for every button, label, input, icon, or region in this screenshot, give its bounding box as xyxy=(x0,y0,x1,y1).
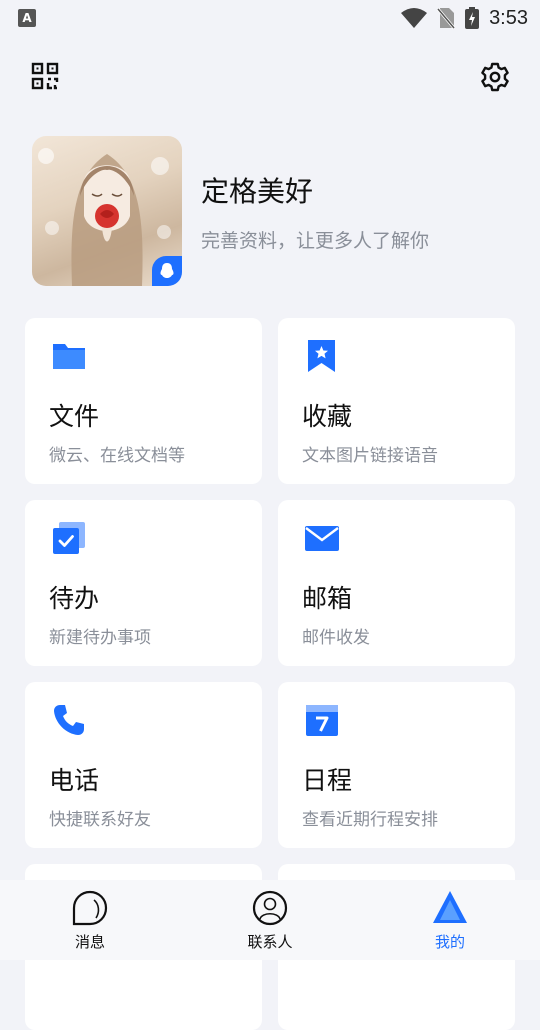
card-title: 待办 xyxy=(49,584,100,613)
qr-code-button[interactable] xyxy=(25,56,65,96)
card-subtitle: 邮件收发 xyxy=(302,628,370,648)
status-bar: A 3:53 xyxy=(0,0,540,36)
no-sim-icon xyxy=(437,8,456,29)
nav-label: 消息 xyxy=(74,933,105,951)
card-subtitle: 新建待办事项 xyxy=(49,628,151,648)
me-icon xyxy=(433,891,467,923)
card-subtitle: 快捷联系好友 xyxy=(49,810,151,830)
penguin-icon xyxy=(160,263,174,278)
nickname[interactable]: 定格美好 xyxy=(201,170,313,210)
card-files[interactable]: 文件 微云、在线文档等 xyxy=(25,318,262,484)
card-todo[interactable]: 待办 新建待办事项 xyxy=(25,500,262,666)
wifi-icon xyxy=(401,8,428,28)
phone-icon xyxy=(54,705,84,735)
nav-messages[interactable]: 消息 xyxy=(30,880,150,960)
nav-label: 联系人 xyxy=(247,933,293,951)
folder-icon xyxy=(53,344,85,369)
contacts-icon xyxy=(252,890,288,926)
nav-contacts[interactable]: 联系人 xyxy=(210,880,330,960)
battery-charging-icon xyxy=(465,7,480,29)
card-title: 邮箱 xyxy=(302,584,353,613)
card-title: 文件 xyxy=(49,402,100,431)
card-title: 电话 xyxy=(49,766,100,795)
qq-badge xyxy=(152,256,182,286)
app-notification-icon: A xyxy=(18,9,36,27)
mail-icon xyxy=(305,526,339,551)
card-schedule[interactable]: 日程 查看近期行程安排 xyxy=(278,682,515,848)
nav-label: 我的 xyxy=(434,933,465,951)
profile-hint[interactable]: 完善资料，让更多人了解你 xyxy=(201,226,429,253)
settings-button[interactable] xyxy=(475,57,515,97)
bottom-navigation: 消息 联系人 我的 xyxy=(0,880,540,960)
todo-check-icon xyxy=(53,522,85,554)
card-favorites[interactable]: 收藏 文本图片链接语音 xyxy=(278,318,515,484)
gear-icon xyxy=(481,62,509,92)
bookmark-star-icon xyxy=(308,340,335,372)
status-icons: 3:53 xyxy=(401,5,528,31)
card-subtitle: 文本图片链接语音 xyxy=(302,446,438,466)
message-icon xyxy=(72,890,108,926)
card-subtitle: 微云、在线文档等 xyxy=(49,446,185,466)
nav-me[interactable]: 我的 xyxy=(390,880,510,960)
card-phone[interactable]: 电话 快捷联系好友 xyxy=(25,682,262,848)
qr-code-icon xyxy=(31,62,59,90)
card-title: 日程 xyxy=(302,766,353,795)
clock: 3:53 xyxy=(489,6,528,29)
card-subtitle: 查看近期行程安排 xyxy=(302,810,438,830)
card-mail[interactable]: 邮箱 邮件收发 xyxy=(278,500,515,666)
card-title: 收藏 xyxy=(302,402,353,431)
calendar-icon xyxy=(306,705,338,736)
